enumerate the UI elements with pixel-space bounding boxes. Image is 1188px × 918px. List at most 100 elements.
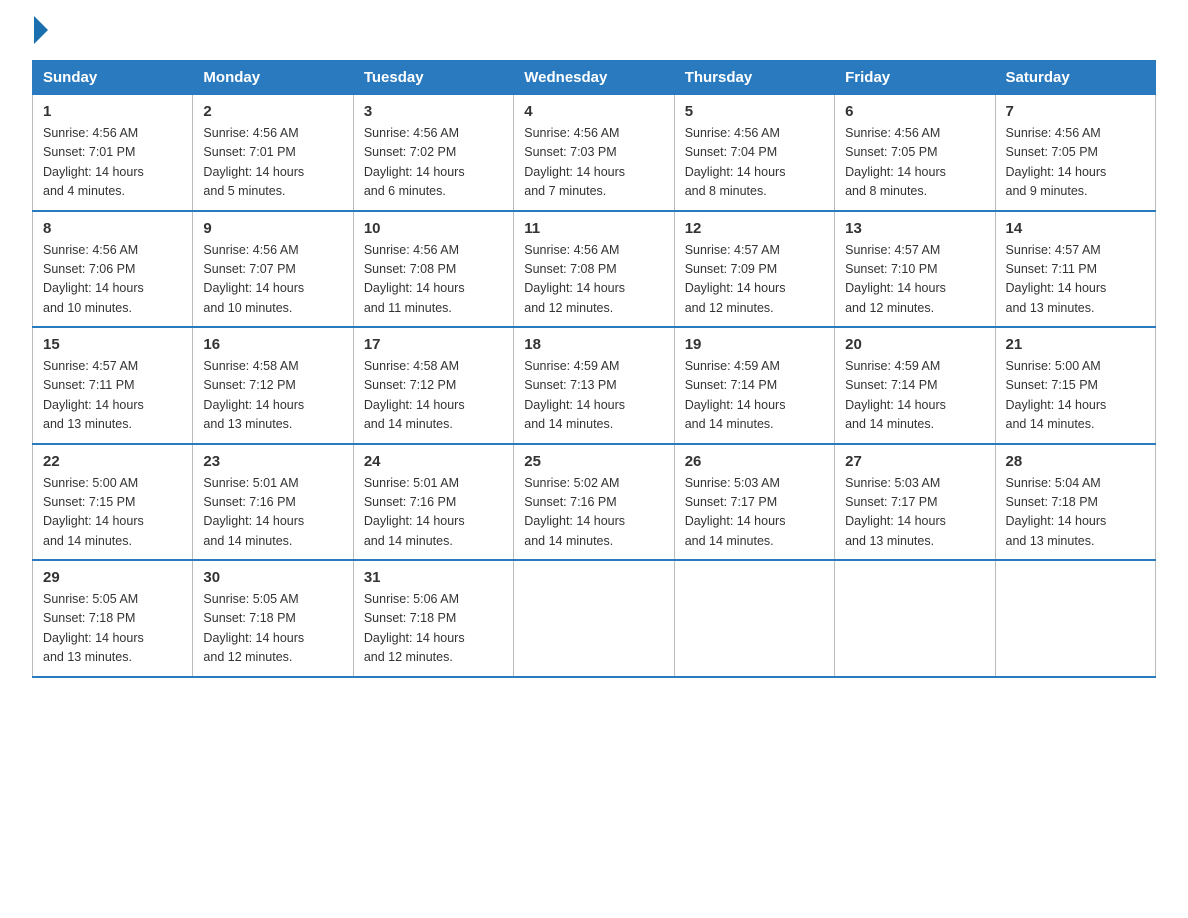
day-detail: Sunrise: 4:56 AMSunset: 7:04 PMDaylight:… [685, 124, 824, 202]
day-detail: Sunrise: 5:02 AMSunset: 7:16 PMDaylight:… [524, 474, 663, 552]
day-number: 7 [1006, 103, 1145, 120]
day-number: 31 [364, 569, 503, 586]
day-detail: Sunrise: 4:57 AMSunset: 7:09 PMDaylight:… [685, 241, 824, 319]
day-number: 6 [845, 103, 984, 120]
day-number: 29 [43, 569, 182, 586]
logo [32, 24, 48, 44]
day-detail: Sunrise: 4:58 AMSunset: 7:12 PMDaylight:… [364, 357, 503, 435]
day-detail: Sunrise: 4:56 AMSunset: 7:05 PMDaylight:… [845, 124, 984, 202]
day-number: 28 [1006, 453, 1145, 470]
day-number: 19 [685, 336, 824, 353]
header-friday: Friday [835, 61, 995, 95]
header-tuesday: Tuesday [353, 61, 513, 95]
day-number: 9 [203, 220, 342, 237]
week-row-1: 1 Sunrise: 4:56 AMSunset: 7:01 PMDayligh… [33, 95, 1156, 211]
day-cell: 2 Sunrise: 4:56 AMSunset: 7:01 PMDayligh… [193, 95, 353, 211]
day-detail: Sunrise: 4:58 AMSunset: 7:12 PMDaylight:… [203, 357, 342, 435]
day-detail: Sunrise: 5:01 AMSunset: 7:16 PMDaylight:… [203, 474, 342, 552]
day-detail: Sunrise: 5:03 AMSunset: 7:17 PMDaylight:… [685, 474, 824, 552]
day-detail: Sunrise: 4:57 AMSunset: 7:11 PMDaylight:… [43, 357, 182, 435]
day-cell: 15 Sunrise: 4:57 AMSunset: 7:11 PMDaylig… [33, 327, 193, 444]
day-detail: Sunrise: 4:59 AMSunset: 7:14 PMDaylight:… [685, 357, 824, 435]
day-cell: 28 Sunrise: 5:04 AMSunset: 7:18 PMDaylig… [995, 444, 1155, 561]
day-detail: Sunrise: 4:56 AMSunset: 7:02 PMDaylight:… [364, 124, 503, 202]
day-number: 17 [364, 336, 503, 353]
day-detail: Sunrise: 4:57 AMSunset: 7:11 PMDaylight:… [1006, 241, 1145, 319]
day-cell: 19 Sunrise: 4:59 AMSunset: 7:14 PMDaylig… [674, 327, 834, 444]
week-row-4: 22 Sunrise: 5:00 AMSunset: 7:15 PMDaylig… [33, 444, 1156, 561]
calendar-table: SundayMondayTuesdayWednesdayThursdayFrid… [32, 60, 1156, 678]
day-cell: 10 Sunrise: 4:56 AMSunset: 7:08 PMDaylig… [353, 211, 513, 328]
header-saturday: Saturday [995, 61, 1155, 95]
day-cell: 14 Sunrise: 4:57 AMSunset: 7:11 PMDaylig… [995, 211, 1155, 328]
day-number: 23 [203, 453, 342, 470]
week-row-5: 29 Sunrise: 5:05 AMSunset: 7:18 PMDaylig… [33, 560, 1156, 677]
day-cell: 3 Sunrise: 4:56 AMSunset: 7:02 PMDayligh… [353, 95, 513, 211]
day-number: 24 [364, 453, 503, 470]
day-cell: 7 Sunrise: 4:56 AMSunset: 7:05 PMDayligh… [995, 95, 1155, 211]
day-cell: 31 Sunrise: 5:06 AMSunset: 7:18 PMDaylig… [353, 560, 513, 677]
day-detail: Sunrise: 5:06 AMSunset: 7:18 PMDaylight:… [364, 590, 503, 668]
logo-arrow-icon [34, 16, 48, 44]
week-row-3: 15 Sunrise: 4:57 AMSunset: 7:11 PMDaylig… [33, 327, 1156, 444]
day-cell [514, 560, 674, 677]
header-thursday: Thursday [674, 61, 834, 95]
day-cell: 9 Sunrise: 4:56 AMSunset: 7:07 PMDayligh… [193, 211, 353, 328]
day-number: 8 [43, 220, 182, 237]
day-cell: 18 Sunrise: 4:59 AMSunset: 7:13 PMDaylig… [514, 327, 674, 444]
day-number: 25 [524, 453, 663, 470]
day-cell: 12 Sunrise: 4:57 AMSunset: 7:09 PMDaylig… [674, 211, 834, 328]
day-cell: 5 Sunrise: 4:56 AMSunset: 7:04 PMDayligh… [674, 95, 834, 211]
day-cell: 29 Sunrise: 5:05 AMSunset: 7:18 PMDaylig… [33, 560, 193, 677]
day-detail: Sunrise: 4:57 AMSunset: 7:10 PMDaylight:… [845, 241, 984, 319]
day-cell: 4 Sunrise: 4:56 AMSunset: 7:03 PMDayligh… [514, 95, 674, 211]
day-number: 22 [43, 453, 182, 470]
day-cell: 26 Sunrise: 5:03 AMSunset: 7:17 PMDaylig… [674, 444, 834, 561]
day-number: 4 [524, 103, 663, 120]
day-cell: 27 Sunrise: 5:03 AMSunset: 7:17 PMDaylig… [835, 444, 995, 561]
day-number: 30 [203, 569, 342, 586]
day-cell: 11 Sunrise: 4:56 AMSunset: 7:08 PMDaylig… [514, 211, 674, 328]
day-detail: Sunrise: 5:01 AMSunset: 7:16 PMDaylight:… [364, 474, 503, 552]
day-cell: 8 Sunrise: 4:56 AMSunset: 7:06 PMDayligh… [33, 211, 193, 328]
day-cell: 24 Sunrise: 5:01 AMSunset: 7:16 PMDaylig… [353, 444, 513, 561]
day-cell: 21 Sunrise: 5:00 AMSunset: 7:15 PMDaylig… [995, 327, 1155, 444]
day-number: 26 [685, 453, 824, 470]
day-number: 11 [524, 220, 663, 237]
day-cell: 17 Sunrise: 4:58 AMSunset: 7:12 PMDaylig… [353, 327, 513, 444]
day-cell: 6 Sunrise: 4:56 AMSunset: 7:05 PMDayligh… [835, 95, 995, 211]
day-cell [674, 560, 834, 677]
day-cell: 20 Sunrise: 4:59 AMSunset: 7:14 PMDaylig… [835, 327, 995, 444]
day-cell: 1 Sunrise: 4:56 AMSunset: 7:01 PMDayligh… [33, 95, 193, 211]
day-detail: Sunrise: 5:00 AMSunset: 7:15 PMDaylight:… [1006, 357, 1145, 435]
day-number: 14 [1006, 220, 1145, 237]
day-detail: Sunrise: 5:05 AMSunset: 7:18 PMDaylight:… [43, 590, 182, 668]
day-number: 18 [524, 336, 663, 353]
header-wednesday: Wednesday [514, 61, 674, 95]
day-detail: Sunrise: 5:03 AMSunset: 7:17 PMDaylight:… [845, 474, 984, 552]
day-cell: 23 Sunrise: 5:01 AMSunset: 7:16 PMDaylig… [193, 444, 353, 561]
header-monday: Monday [193, 61, 353, 95]
day-detail: Sunrise: 5:00 AMSunset: 7:15 PMDaylight:… [43, 474, 182, 552]
day-number: 3 [364, 103, 503, 120]
day-number: 2 [203, 103, 342, 120]
day-detail: Sunrise: 4:59 AMSunset: 7:14 PMDaylight:… [845, 357, 984, 435]
day-cell: 16 Sunrise: 4:58 AMSunset: 7:12 PMDaylig… [193, 327, 353, 444]
page-header [32, 24, 1156, 44]
header-row: SundayMondayTuesdayWednesdayThursdayFrid… [33, 61, 1156, 95]
day-number: 5 [685, 103, 824, 120]
day-detail: Sunrise: 4:56 AMSunset: 7:07 PMDaylight:… [203, 241, 342, 319]
day-detail: Sunrise: 4:56 AMSunset: 7:08 PMDaylight:… [524, 241, 663, 319]
day-detail: Sunrise: 4:56 AMSunset: 7:03 PMDaylight:… [524, 124, 663, 202]
day-number: 12 [685, 220, 824, 237]
day-number: 13 [845, 220, 984, 237]
day-number: 21 [1006, 336, 1145, 353]
week-row-2: 8 Sunrise: 4:56 AMSunset: 7:06 PMDayligh… [33, 211, 1156, 328]
day-cell: 30 Sunrise: 5:05 AMSunset: 7:18 PMDaylig… [193, 560, 353, 677]
day-cell [995, 560, 1155, 677]
day-detail: Sunrise: 4:56 AMSunset: 7:01 PMDaylight:… [43, 124, 182, 202]
day-number: 1 [43, 103, 182, 120]
day-detail: Sunrise: 4:59 AMSunset: 7:13 PMDaylight:… [524, 357, 663, 435]
day-detail: Sunrise: 4:56 AMSunset: 7:05 PMDaylight:… [1006, 124, 1145, 202]
day-cell: 25 Sunrise: 5:02 AMSunset: 7:16 PMDaylig… [514, 444, 674, 561]
